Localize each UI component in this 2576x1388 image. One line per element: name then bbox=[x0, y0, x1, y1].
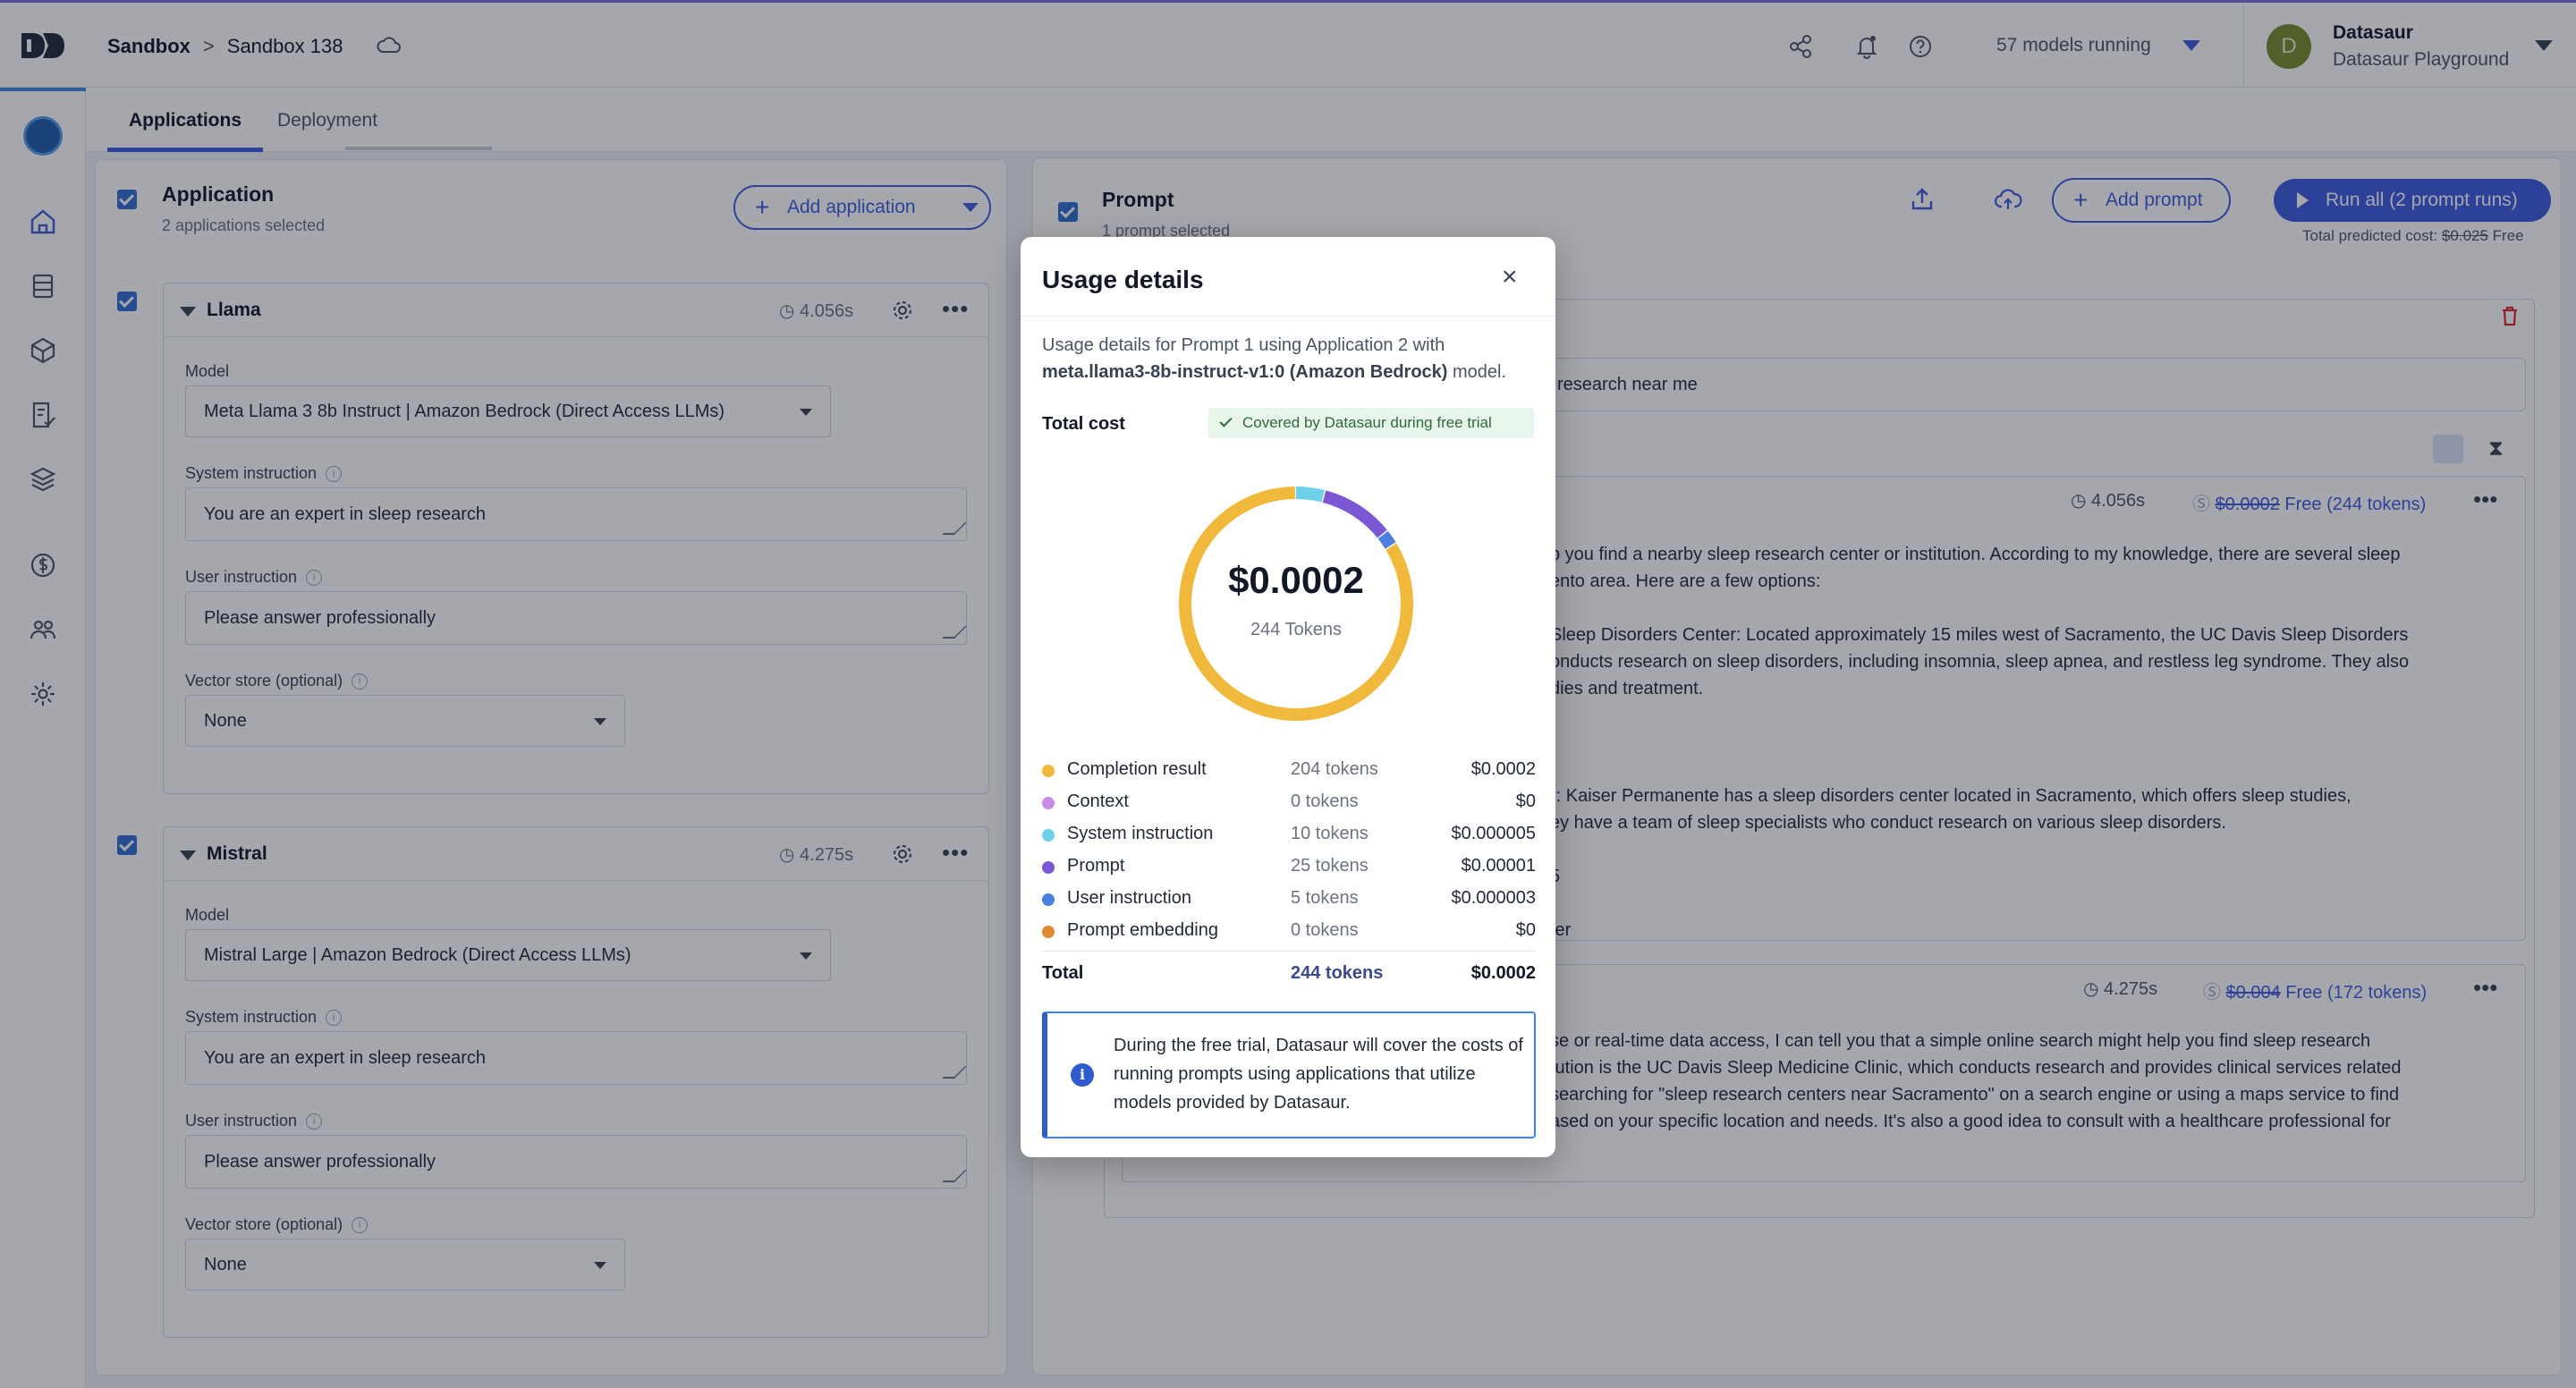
usage-total-tokens: 244 tokens bbox=[1291, 963, 1384, 983]
modal-description-suffix: model. bbox=[1453, 362, 1507, 382]
usage-item-cost: $0 bbox=[1515, 920, 1536, 940]
legend-dot-icon bbox=[1042, 797, 1055, 809]
divider bbox=[1021, 316, 1555, 317]
usage-item-tokens: 25 tokens bbox=[1291, 856, 1368, 876]
usage-item-tokens: 0 tokens bbox=[1291, 920, 1359, 940]
usage-item-cost: $0.000003 bbox=[1451, 888, 1536, 908]
usage-donut-chart bbox=[1179, 487, 1413, 721]
usage-breakdown-row: Prompt embedding 0 tokens $0 bbox=[1042, 918, 1536, 945]
usage-item-tokens: 10 tokens bbox=[1291, 824, 1368, 843]
usage-item-tokens: 204 tokens bbox=[1291, 759, 1378, 779]
total-cost-label: Total cost bbox=[1042, 414, 1125, 434]
usage-item-name: System instruction bbox=[1067, 824, 1214, 843]
info-icon: i bbox=[1071, 1063, 1094, 1087]
usage-item-name: Prompt bbox=[1067, 856, 1125, 876]
usage-total-cost: $0.0002 bbox=[1470, 963, 1536, 983]
donut-total-amount: $0.0002 bbox=[1228, 559, 1364, 601]
usage-item-cost: $0 bbox=[1515, 791, 1536, 811]
usage-item-name: Prompt embedding bbox=[1067, 920, 1218, 940]
usage-item-cost: $0.00001 bbox=[1461, 856, 1536, 876]
free-trial-info-box: i During the free trial, Datasaur will c… bbox=[1042, 1011, 1536, 1138]
check-icon bbox=[1219, 414, 1233, 427]
usage-item-cost: $0.000005 bbox=[1451, 824, 1536, 843]
divider bbox=[1042, 951, 1536, 952]
usage-breakdown-row: Completion result 204 tokens $0.0002 bbox=[1042, 757, 1536, 784]
close-icon[interactable]: × bbox=[1502, 264, 1518, 291]
legend-dot-icon bbox=[1042, 861, 1055, 874]
usage-breakdown-row: Context 0 tokens $0 bbox=[1042, 790, 1536, 817]
legend-dot-icon bbox=[1042, 829, 1055, 842]
usage-details-modal: Usage details × Usage details for Prompt… bbox=[1021, 237, 1555, 1157]
modal-description-model: meta.llama3-8b-instruct-v1:0 (Amazon Bed… bbox=[1042, 362, 1448, 382]
usage-item-name: User instruction bbox=[1067, 888, 1191, 908]
legend-dot-icon bbox=[1042, 926, 1055, 938]
legend-dot-icon bbox=[1042, 893, 1055, 906]
usage-item-name: Completion result bbox=[1067, 759, 1207, 779]
usage-breakdown-row: User instruction 5 tokens $0.000003 bbox=[1042, 886, 1536, 913]
free-trial-info-text: During the free trial, Datasaur will cov… bbox=[1114, 1036, 1523, 1113]
usage-total-label: Total bbox=[1042, 963, 1084, 983]
covered-badge-text: Covered by Datasaur during free trial bbox=[1242, 414, 1492, 431]
usage-breakdown-row: System instruction 10 tokens $0.000005 bbox=[1042, 822, 1536, 849]
modal-title: Usage details bbox=[1042, 266, 1204, 293]
usage-item-cost: $0.0002 bbox=[1470, 759, 1536, 779]
modal-description-prefix: Usage details for Prompt 1 using Applica… bbox=[1042, 335, 1445, 355]
usage-item-name: Context bbox=[1067, 791, 1129, 811]
legend-dot-icon bbox=[1042, 765, 1055, 777]
usage-item-tokens: 0 tokens bbox=[1291, 791, 1359, 811]
usage-item-tokens: 5 tokens bbox=[1291, 888, 1359, 908]
covered-badge: Covered by Datasaur during free trial bbox=[1208, 408, 1534, 438]
usage-breakdown-row: Prompt 25 tokens $0.00001 bbox=[1042, 854, 1536, 881]
usage-total-row: Total 244 tokens $0.0002 bbox=[1042, 963, 1536, 990]
modal-description: Usage details for Prompt 1 using Applica… bbox=[1042, 332, 1543, 385]
donut-total-tokens: 244 Tokens bbox=[1250, 620, 1342, 639]
